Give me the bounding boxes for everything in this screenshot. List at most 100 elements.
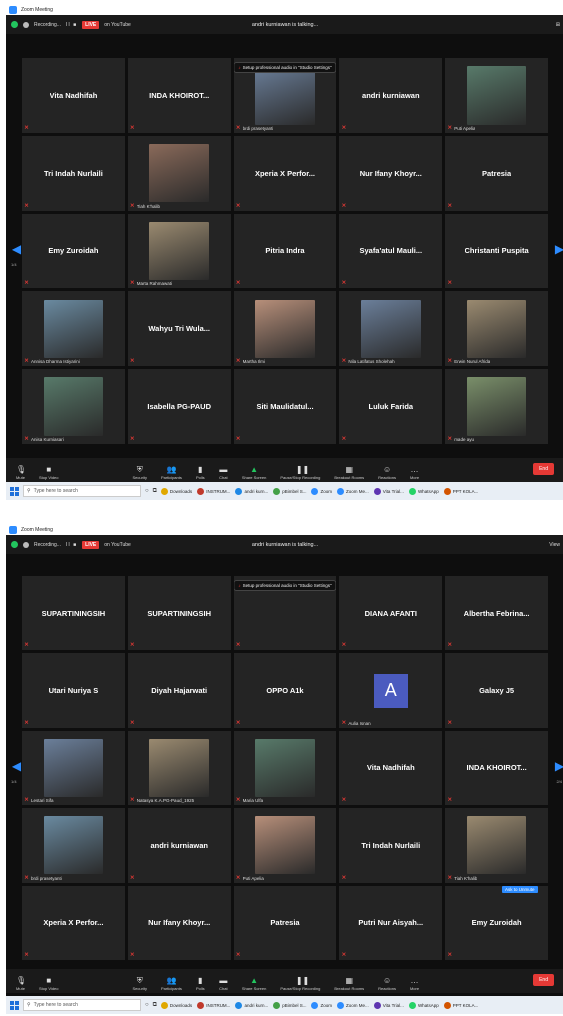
participant-tile[interactable]: ⨯ Puti Apelia [445,58,548,133]
participant-tile[interactable]: Emy Zuroidah ⨯ [22,213,125,289]
taskbar-app[interactable]: Zoom [311,1001,332,1009]
participant-tile[interactable]: INDA KHOIROT... ⨯ [127,58,231,133]
taskbar-app[interactable]: Downloads [160,487,192,495]
participant-tile[interactable]: ⨯ Anisa Kurniasari [22,369,125,444]
end-meeting-button[interactable]: End [533,974,554,986]
taskbar-app[interactable]: andri kurn... [235,1001,268,1009]
participant-tile[interactable]: ⨯ Lestari Sifa [22,730,125,806]
participant-tile[interactable]: Tri Indah Nurlaili ⨯ [339,808,443,883]
cortana-icon[interactable]: ○ [145,1002,149,1008]
participant-tile[interactable]: Xperia X Perfor... ⨯ [22,885,125,960]
task-view-icon[interactable]: ⧉ [153,488,157,495]
polls-button[interactable]: ▮ Polls [196,976,205,991]
pause-stop-recording-button[interactable]: ❚❚ Pause/Stop Recording [280,976,320,991]
ask-to-unmute-button[interactable]: Ask to Unmute [502,886,538,893]
participant-tile[interactable]: ⨯ made ayu [445,369,548,444]
taskbar-app[interactable]: INSTRUM... [197,487,230,495]
taskbar-app[interactable]: PPT KOLA... [443,487,478,495]
pause-stop-recording-controls[interactable]: II ■ [66,22,77,28]
participant-tile[interactable]: INDA KHOIROT... ⨯ [445,730,548,806]
participant-tile[interactable]: Patresia ⨯ [233,885,337,960]
participant-tile[interactable]: OPPO A1k ⨯ [233,653,337,728]
more-button[interactable]: … More [410,465,419,480]
next-page-icon[interactable]: ▶ [555,239,563,259]
mute-button[interactable]: 🎙 Mute [16,465,26,480]
prev-page-icon[interactable]: ◀ [12,756,21,776]
participant-tile[interactable]: ⨯ Natasya K.A.PG-Paud_1925 [127,730,231,806]
participant-tile[interactable]: SUPARTININGSIH ⨯ [22,576,125,651]
taskbar-app[interactable]: pBimbel S... [273,487,306,495]
participant-tile[interactable]: A ⨯ Aulia Isnan [339,653,443,728]
security-button[interactable]: ⛨ Security [133,976,147,991]
youtube-dropdown[interactable]: on YouTube [104,542,131,548]
participant-tile[interactable]: Nur Ifany Khoyr... ⨯ [339,135,443,211]
taskbar-app[interactable]: PPT KOLA... [443,1001,478,1009]
participant-tile[interactable]: Putri Nur Aisyah... ⨯ [339,885,443,960]
participant-tile[interactable]: ⨯ Maria Ulfa [233,730,337,806]
breakout-rooms-button[interactable]: ▦ Breakout Rooms [334,465,364,480]
participant-tile[interactable]: Siti Maulidatul... ⨯ [233,369,337,444]
participant-tile[interactable]: Pitria Indra ⨯ [233,213,337,289]
participant-tile[interactable]: Albertha Febrina... ⨯ [445,576,548,651]
next-page-icon[interactable]: ▶ [555,756,563,776]
studio-settings-banner[interactable]: ♪ Setup professional audio in "Studio Set… [233,580,337,591]
participant-tile[interactable]: andri kurniawan ⨯ [339,58,443,133]
participant-tile[interactable]: Utari Nuriya S ⨯ [22,653,125,728]
chat-button[interactable]: ▬ Chat [219,976,228,991]
participant-tile[interactable]: Vita Nadhifah ⨯ [22,58,125,133]
prev-page-icon[interactable]: ◀ [12,239,21,259]
share-screen-button[interactable]: ▲ Share Screen [242,465,266,480]
participant-tile[interactable]: ⨯ Marta Rahmawati [127,213,231,289]
reactions-button[interactable]: ☺ Reactions [378,976,396,991]
share-screen-button[interactable]: ▲ Share Screen [242,976,266,991]
participant-tile[interactable]: ⨯ Tiah K'halib [127,135,231,211]
task-view-icon[interactable]: ⧉ [153,1002,157,1009]
cortana-icon[interactable]: ○ [145,488,149,494]
participant-tile[interactable]: ⨯ Tiah K'halib [445,808,548,883]
participant-tile[interactable]: SUPARTININGSIH ⨯ [127,576,231,651]
taskbar-app[interactable]: Zoom [311,487,332,495]
mute-button[interactable]: 🎙 Mute [16,976,26,991]
participant-tile[interactable]: Xperia X Perfor... ⨯ [233,135,337,211]
shield-icon[interactable] [11,21,18,28]
participant-tile[interactable]: Vita Nadhifah ⨯ [339,730,443,806]
youtube-dropdown[interactable]: on YouTube [104,22,131,28]
taskbar-app[interactable]: WhatsApp [408,1001,439,1009]
taskbar-app[interactable]: Zoom Me... [336,487,369,495]
taskbar-app[interactable]: Vita Trial... [373,487,404,495]
windows-start-icon[interactable] [10,486,19,496]
participant-tile[interactable]: Emy Zuroidah ⨯ [445,885,548,960]
participant-tile[interactable]: Diyah Hajarwati ⨯ [127,653,231,728]
participant-tile[interactable]: DIANA AFANTI ⨯ [339,576,443,651]
participants-button[interactable]: 👥 Participants [161,465,182,480]
pause-stop-recording-button[interactable]: ❚❚ Pause/Stop Recording [280,465,320,480]
reactions-button[interactable]: ☺ Reactions [378,465,396,480]
shield-icon[interactable] [11,541,18,548]
more-button[interactable]: … More [410,976,419,991]
participant-tile[interactable]: ⨯ Martha Ilmi [233,291,337,367]
taskbar-app[interactable]: Downloads [160,1001,192,1009]
windows-start-icon[interactable] [10,1000,19,1010]
chat-button[interactable]: ▬ Chat [219,465,228,480]
participant-tile[interactable]: andri kurniawan ⨯ [127,808,231,883]
participant-tile[interactable]: ⨯ brdi prasetyanti ♪ Setup professional aud… [233,58,337,133]
participant-tile[interactable]: Wahyu Tri Wula... ⨯ [127,291,231,367]
participant-tile[interactable]: ⨯ Puti Apelia [233,808,337,883]
participant-tile[interactable]: Nur Ifany Khoyr... ⨯ [127,885,231,960]
participant-tile[interactable]: Christanti Puspita ⨯ [445,213,548,289]
participant-tile[interactable]: ⨯ Annisa Dharma Istiyarini [22,291,125,367]
participants-button[interactable]: 👥 Participants [161,976,182,991]
pause-stop-recording-controls[interactable]: II ■ [66,542,77,548]
taskbar-app[interactable]: andri kurn... [235,487,268,495]
taskbar-app[interactable]: INSTRUM... [197,1001,230,1009]
view-button[interactable]: View [549,542,560,548]
participant-tile[interactable]: ⨯ ♪ Setup professional audio in "Studio Se… [233,576,337,651]
taskbar-search-input[interactable]: ⚲ Type here to search [23,999,141,1011]
participant-tile[interactable]: Luluk Farida ⨯ [339,369,443,444]
security-button[interactable]: ⛨ Security [133,465,147,480]
breakout-rooms-button[interactable]: ▦ Breakout Rooms [334,976,364,991]
participant-tile[interactable]: ⨯ Nila Latifatus Sholehah [339,291,443,367]
participant-tile[interactable]: ⨯ brdi prasetyanti [22,808,125,883]
participant-tile[interactable]: Isabella PG-PAUD ⨯ [127,369,231,444]
polls-button[interactable]: ▮ Polls [196,465,205,480]
